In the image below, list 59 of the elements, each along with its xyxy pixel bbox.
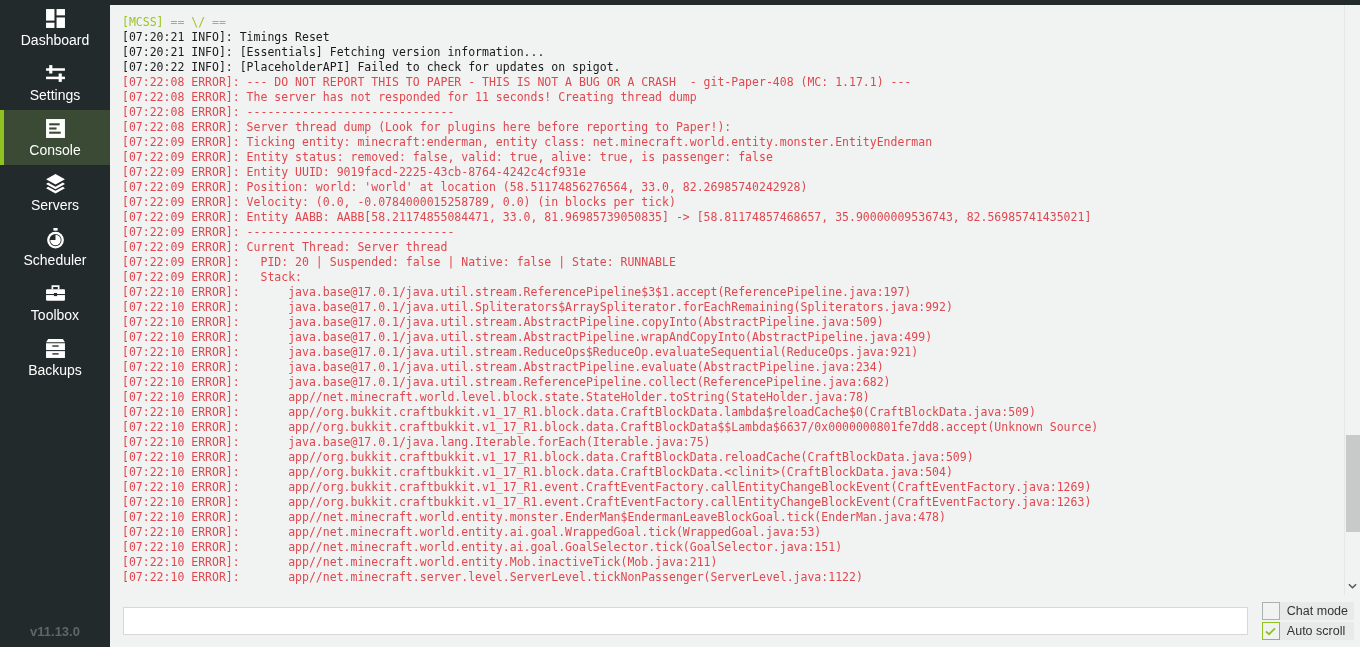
log-line: [07:22:10 ERROR]: app//org.bukkit.craftbukkit.v1_17_R1.block.data.CraftBlockData.<clinit>(CraftBlockData.java:504) xyxy=(122,465,954,480)
stopwatch-icon xyxy=(44,227,66,249)
log-line: [07:22:09 ERROR]: ------------------------------ xyxy=(122,225,456,240)
log-line: [07:22:09 ERROR]: PID: 20 | Suspended: false | Native: false | State: RUNNABLE xyxy=(122,255,677,270)
log-line: [07:22:09 ERROR]: Velocity: (0.0, -0.0784000015258789, 0.0) (in blocks per tick) xyxy=(122,195,677,210)
log-line: [07:22:10 ERROR]: app//net.minecraft.world.entity.monster.EnderMan$EndermanLeaveBlockGoal.tick(EnderMan.java:478) xyxy=(122,510,947,525)
log-line: [07:22:10 ERROR]: app//org.bukkit.craftbukkit.v1_17_R1.block.data.CraftBlockData.lambda$reloadCache$0(CraftBlockData.java:509) xyxy=(122,405,1037,420)
log-line: [07:22:10 ERROR]: java.base@17.0.1/java.util.stream.AbstractPipeline.wrapAndCopyInto(AbstractPipeline.java:499) xyxy=(122,330,934,345)
log-line: [07:22:10 ERROR]: app//net.minecraft.world.entity.ai.goal.WrappedGoal.tick(WrappedGoal.java:53) xyxy=(122,525,823,540)
sliders-icon xyxy=(44,62,66,84)
log-line: [07:22:08 ERROR]: The server has not responded for 11 seconds! Creating thread dump xyxy=(122,90,698,105)
sidebar-item[interactable]: Servers xyxy=(0,165,110,220)
log-line: [07:22:10 ERROR]: java.base@17.0.1/java.util.stream.ReferencePipeline.collect(ReferencePipeline.java:682) xyxy=(122,375,892,390)
log-line: [07:22:08 ERROR]: ------------------------------ xyxy=(122,105,456,120)
log-line: [07:22:10 ERROR]: app//org.bukkit.craftbukkit.v1_17_R1.event.CraftEventFactory.callEntityChangeBlockEvent(CraftEventFactory.java:1269) xyxy=(122,480,1093,495)
log-line: [07:22:08 ERROR]: --- DO NOT REPORT THIS TO PAPER - THIS IS NOT A BUG OR A CRASH - git-Paper-408 (MC: 1.17.1) --- xyxy=(122,75,913,90)
log-line: [07:22:09 ERROR]: Position: world: 'world' at location (58.51174856276564, 33.0, 82.26985740242928) xyxy=(122,180,809,195)
option-checkbox[interactable]: Chat mode xyxy=(1261,602,1354,620)
sidebar-item[interactable]: Backups xyxy=(0,330,110,385)
layers-icon xyxy=(44,172,66,194)
log-line: [07:22:09 ERROR]: Ticking entity: minecraft:enderman, entity class: net.minecraft.world.entity.monster.EntityEnderman xyxy=(122,135,934,150)
log-line: [07:22:09 ERROR]: Entity status: removed: false, valid: true, alive: true, is passenger: false xyxy=(122,150,774,165)
log-line: [07:22:10 ERROR]: app//net.minecraft.world.entity.Mob.inactiveTick(Mob.java:211) xyxy=(122,555,719,570)
sidebar-item[interactable]: Toolbox xyxy=(0,275,110,330)
log-line: [07:22:10 ERROR]: app//org.bukkit.craftbukkit.v1_17_R1.block.data.CraftBlockData.reloadCache(CraftBlockData.java:509) xyxy=(122,450,975,465)
log-line: [07:22:10 ERROR]: app//org.bukkit.craftbukkit.v1_17_R1.block.data.CraftBlockData$$Lambda$6637/0x0000000801fe7dd8.accept(Unknown Source) xyxy=(122,420,1100,435)
scrollbar-thumb[interactable] xyxy=(1346,435,1360,532)
log-line: [07:22:09 ERROR]: Current Thread: Server thread xyxy=(122,240,449,255)
option-checkbox[interactable]: Auto scroll xyxy=(1261,622,1354,640)
log-line: [MCSS] == \/ == xyxy=(122,15,227,30)
log-line: [07:22:08 ERROR]: Server thread dump (Look for plugins here before reporting to Paper!): xyxy=(122,120,733,135)
toolbox-icon xyxy=(44,282,66,304)
log-line: [07:22:10 ERROR]: app//org.bukkit.craftbukkit.v1_17_R1.event.CraftEventFactory.callEntityChangeBlockEvent(CraftEventFactory.java:1263) xyxy=(122,495,1093,510)
dashboard-icon xyxy=(44,7,66,29)
log-line: [07:22:10 ERROR]: app//net.minecraft.world.entity.ai.goal.GoalSelector.tick(GoalSelector.java:151) xyxy=(122,540,844,555)
log-line: [07:22:10 ERROR]: app//net.minecraft.server.level.ServerLevel.tickNonPassenger(ServerLevel.java:1122) xyxy=(122,570,864,585)
log-line: [07:20:21 INFO]: [Essentials] Fetching version information... xyxy=(122,45,546,60)
log-line: [07:22:09 ERROR]: Entity UUID: 9019facd-2225-43cb-8764-4242c4cf931e xyxy=(122,165,587,180)
log-line: [07:22:10 ERROR]: java.base@17.0.1/java.util.stream.ReduceOps$ReduceOp.evaluateSequential(ReduceOps.java:921) xyxy=(122,345,920,360)
log-line: [07:20:22 INFO]: [PlaceholderAPI] Failed to check for updates on spigot. xyxy=(122,60,622,75)
log-line: [07:22:10 ERROR]: java.base@17.0.1/java.util.stream.ReferencePipeline$3$1.accept(ReferencePipeline.java:197) xyxy=(122,285,913,300)
log-line: [07:22:09 ERROR]: Entity AABB: AABB[58.21174855084471, 33.0, 81.96985739050835] -> [58.81174857468657, 35.90000009536743, 82.56985741435021] xyxy=(122,210,1093,225)
log-line: [07:20:21 INFO]: Timings Reset xyxy=(122,30,331,45)
log-line: [07:22:10 ERROR]: java.base@17.0.1/java.util.stream.AbstractPipeline.evaluate(AbstractPipeline.java:234) xyxy=(122,360,885,375)
document-icon xyxy=(44,117,66,139)
command-input[interactable] xyxy=(123,607,1248,635)
log-line: [07:22:10 ERROR]: app//net.minecraft.world.level.block.state.StateHolder.toString(StateHolder.java:78) xyxy=(122,390,871,405)
sidebar-item[interactable]: Console xyxy=(0,110,110,165)
log-line: [07:22:10 ERROR]: java.base@17.0.1/java.util.Spliterators$ArraySpliterator.forEachRemaining(Spliterators.java:992) xyxy=(122,300,954,315)
scroll-down-icon[interactable] xyxy=(1348,583,1357,589)
log-line: [07:22:10 ERROR]: java.base@17.0.1/java.util.stream.AbstractPipeline.copyInto(AbstractPipeline.java:509) xyxy=(122,315,885,330)
version-label: v11.13.0 xyxy=(30,624,80,639)
sidebar-item[interactable]: Settings xyxy=(0,55,110,110)
log-line: [07:22:10 ERROR]: java.base@17.0.1/java.lang.Iterable.forEach(Iterable.java:75) xyxy=(122,435,712,450)
log-line: [07:22:09 ERROR]: Stack: xyxy=(122,270,303,285)
cabinet-icon xyxy=(44,337,66,359)
sidebar-item[interactable]: Dashboard xyxy=(0,0,110,55)
checkmark-icon xyxy=(1265,626,1277,636)
sidebar-item[interactable]: Scheduler xyxy=(0,220,110,275)
